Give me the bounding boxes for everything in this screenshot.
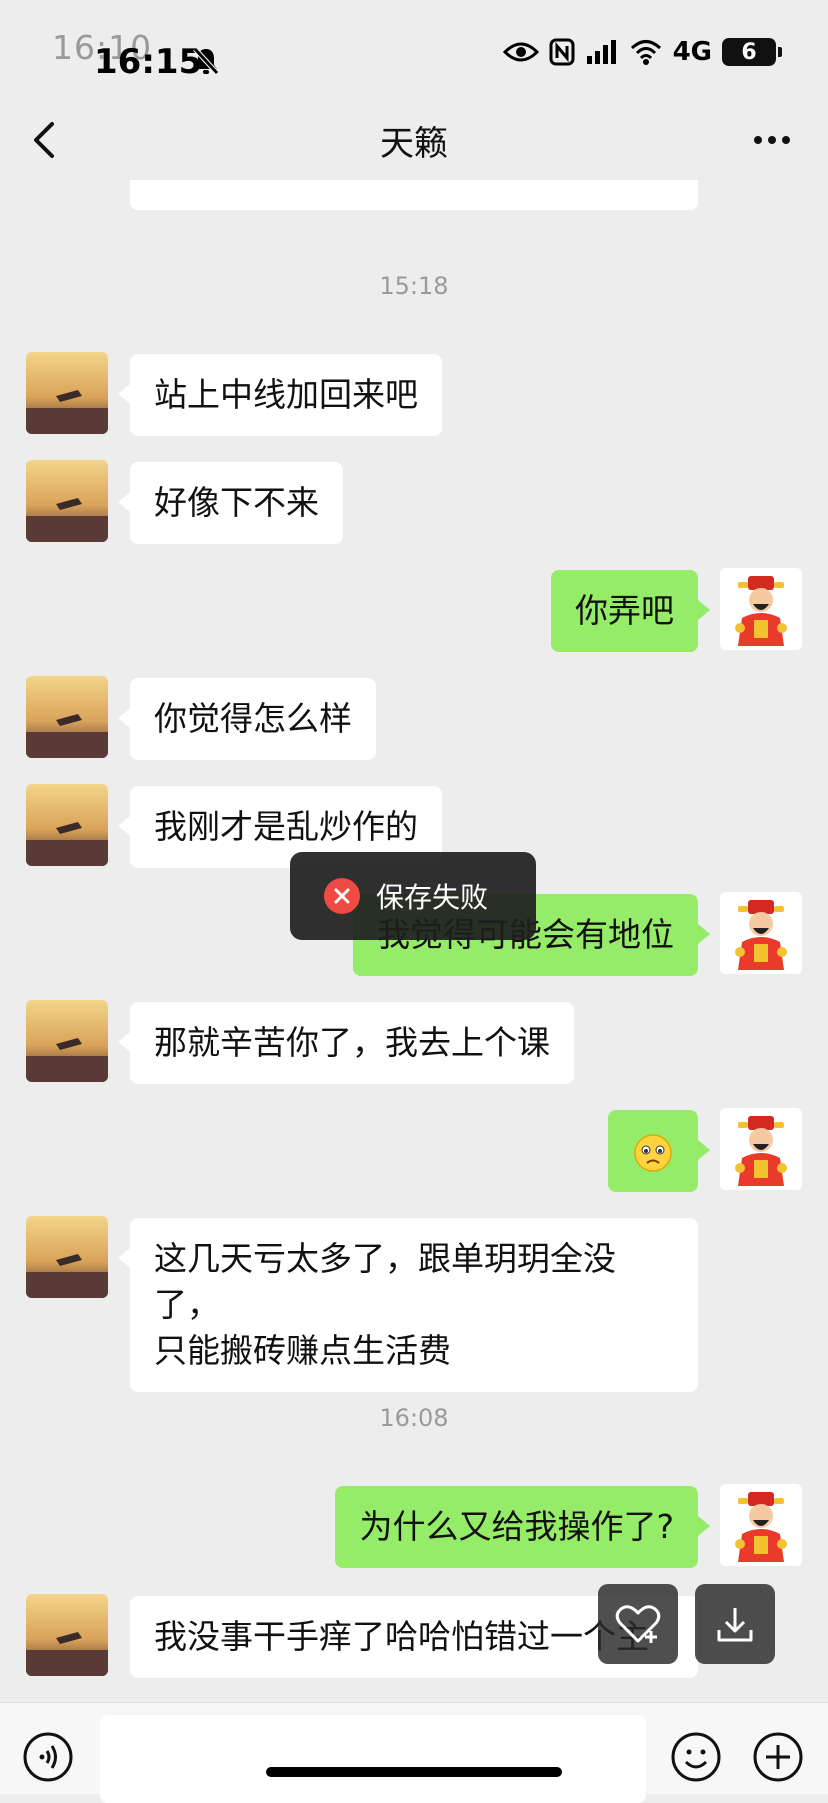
battery-level: 6 — [741, 39, 757, 65]
bell-muted-icon — [193, 47, 219, 75]
chat-title: 天籁 — [380, 124, 448, 164]
message-bubble-left[interactable]: 那就辛苦你了，我去上个课 — [118, 1002, 574, 1084]
fortune-god-avatar-icon — [720, 1484, 802, 1566]
message-input[interactable] — [100, 1715, 646, 1803]
message-list[interactable]: 15:18 站上中线加回来吧 好像下不来 你弄吧 你觉得怎么样 我刚才是乱炒作的… — [0, 180, 828, 1702]
network-type: 4G — [672, 37, 712, 67]
sunset-photo-avatar-icon — [26, 1216, 108, 1298]
chat-header: 天籁 — [0, 100, 828, 180]
battery-indicator: 6 — [722, 38, 782, 66]
sunset-photo-avatar-icon — [26, 784, 108, 866]
message-timestamp: 15:18 — [379, 272, 449, 300]
fortune-god-avatar-icon — [720, 568, 802, 650]
self-avatar[interactable] — [720, 568, 802, 650]
sunset-photo-avatar-icon — [26, 676, 108, 758]
voice-input-icon[interactable] — [22, 1731, 74, 1783]
contact-avatar[interactable] — [26, 676, 108, 758]
sunset-photo-avatar-icon — [26, 1000, 108, 1082]
plus-icon[interactable] — [752, 1731, 804, 1783]
favorite-button[interactable] — [598, 1584, 678, 1664]
status-time: 16:15 — [94, 42, 203, 82]
input-bar — [0, 1702, 828, 1803]
error-x-icon — [324, 878, 360, 914]
sunset-photo-avatar-icon — [26, 1594, 108, 1676]
error-toast: 保存失败 — [290, 852, 536, 940]
self-avatar[interactable] — [720, 892, 802, 974]
message-bubble-right-emoji[interactable] — [608, 1110, 710, 1192]
self-avatar[interactable] — [720, 1484, 802, 1566]
message-line: 只能搬砖赚点生活费 — [154, 1331, 451, 1370]
worried-face-icon — [634, 1133, 672, 1172]
contact-avatar[interactable] — [26, 1216, 108, 1298]
contact-avatar[interactable] — [26, 352, 108, 434]
status-bar: 16:10 16:15 4G 6 — [0, 0, 828, 100]
contact-avatar[interactable] — [26, 1594, 108, 1676]
contact-avatar[interactable] — [26, 784, 108, 866]
wifi-icon — [630, 40, 661, 65]
contact-avatar[interactable] — [26, 460, 108, 542]
sunset-photo-avatar-icon — [26, 460, 108, 542]
contact-avatar[interactable] — [26, 1000, 108, 1082]
nfc-icon — [549, 38, 575, 66]
partial-message-bubble[interactable] — [130, 180, 698, 210]
eye-icon — [502, 42, 539, 62]
message-timestamp: 16:08 — [379, 1404, 449, 1432]
self-avatar[interactable] — [720, 1108, 802, 1190]
message-bubble-left[interactable]: 你觉得怎么样 — [118, 678, 376, 760]
download-button[interactable] — [695, 1584, 775, 1664]
message-bubble-right[interactable]: 你弄吧 — [551, 570, 710, 652]
message-bubble-left[interactable]: 好像下不来 — [118, 462, 343, 544]
fortune-god-avatar-icon — [720, 892, 802, 974]
home-indicator — [266, 1767, 562, 1777]
message-bubble-left[interactable]: 这几天亏太多了，跟单玥玥全没了， 只能搬砖赚点生活费 — [118, 1218, 698, 1392]
sunset-photo-avatar-icon — [26, 352, 108, 434]
heart-plus-icon — [615, 1605, 661, 1643]
emoji-icon[interactable] — [670, 1731, 722, 1783]
message-bubble-right[interactable]: 为什么又给我操作了? — [335, 1486, 710, 1568]
fortune-god-avatar-icon — [720, 1108, 802, 1190]
message-bubble-left[interactable]: 站上中线加回来吧 — [118, 354, 442, 436]
more-dots-icon[interactable] — [752, 130, 792, 150]
download-icon — [717, 1608, 753, 1642]
signal-bars-icon — [586, 40, 616, 64]
message-line: 这几天亏太多了，跟单玥玥全没了， — [154, 1239, 616, 1324]
status-icons: 4G 6 — [502, 32, 782, 72]
toast-message: 保存失败 — [376, 881, 489, 914]
